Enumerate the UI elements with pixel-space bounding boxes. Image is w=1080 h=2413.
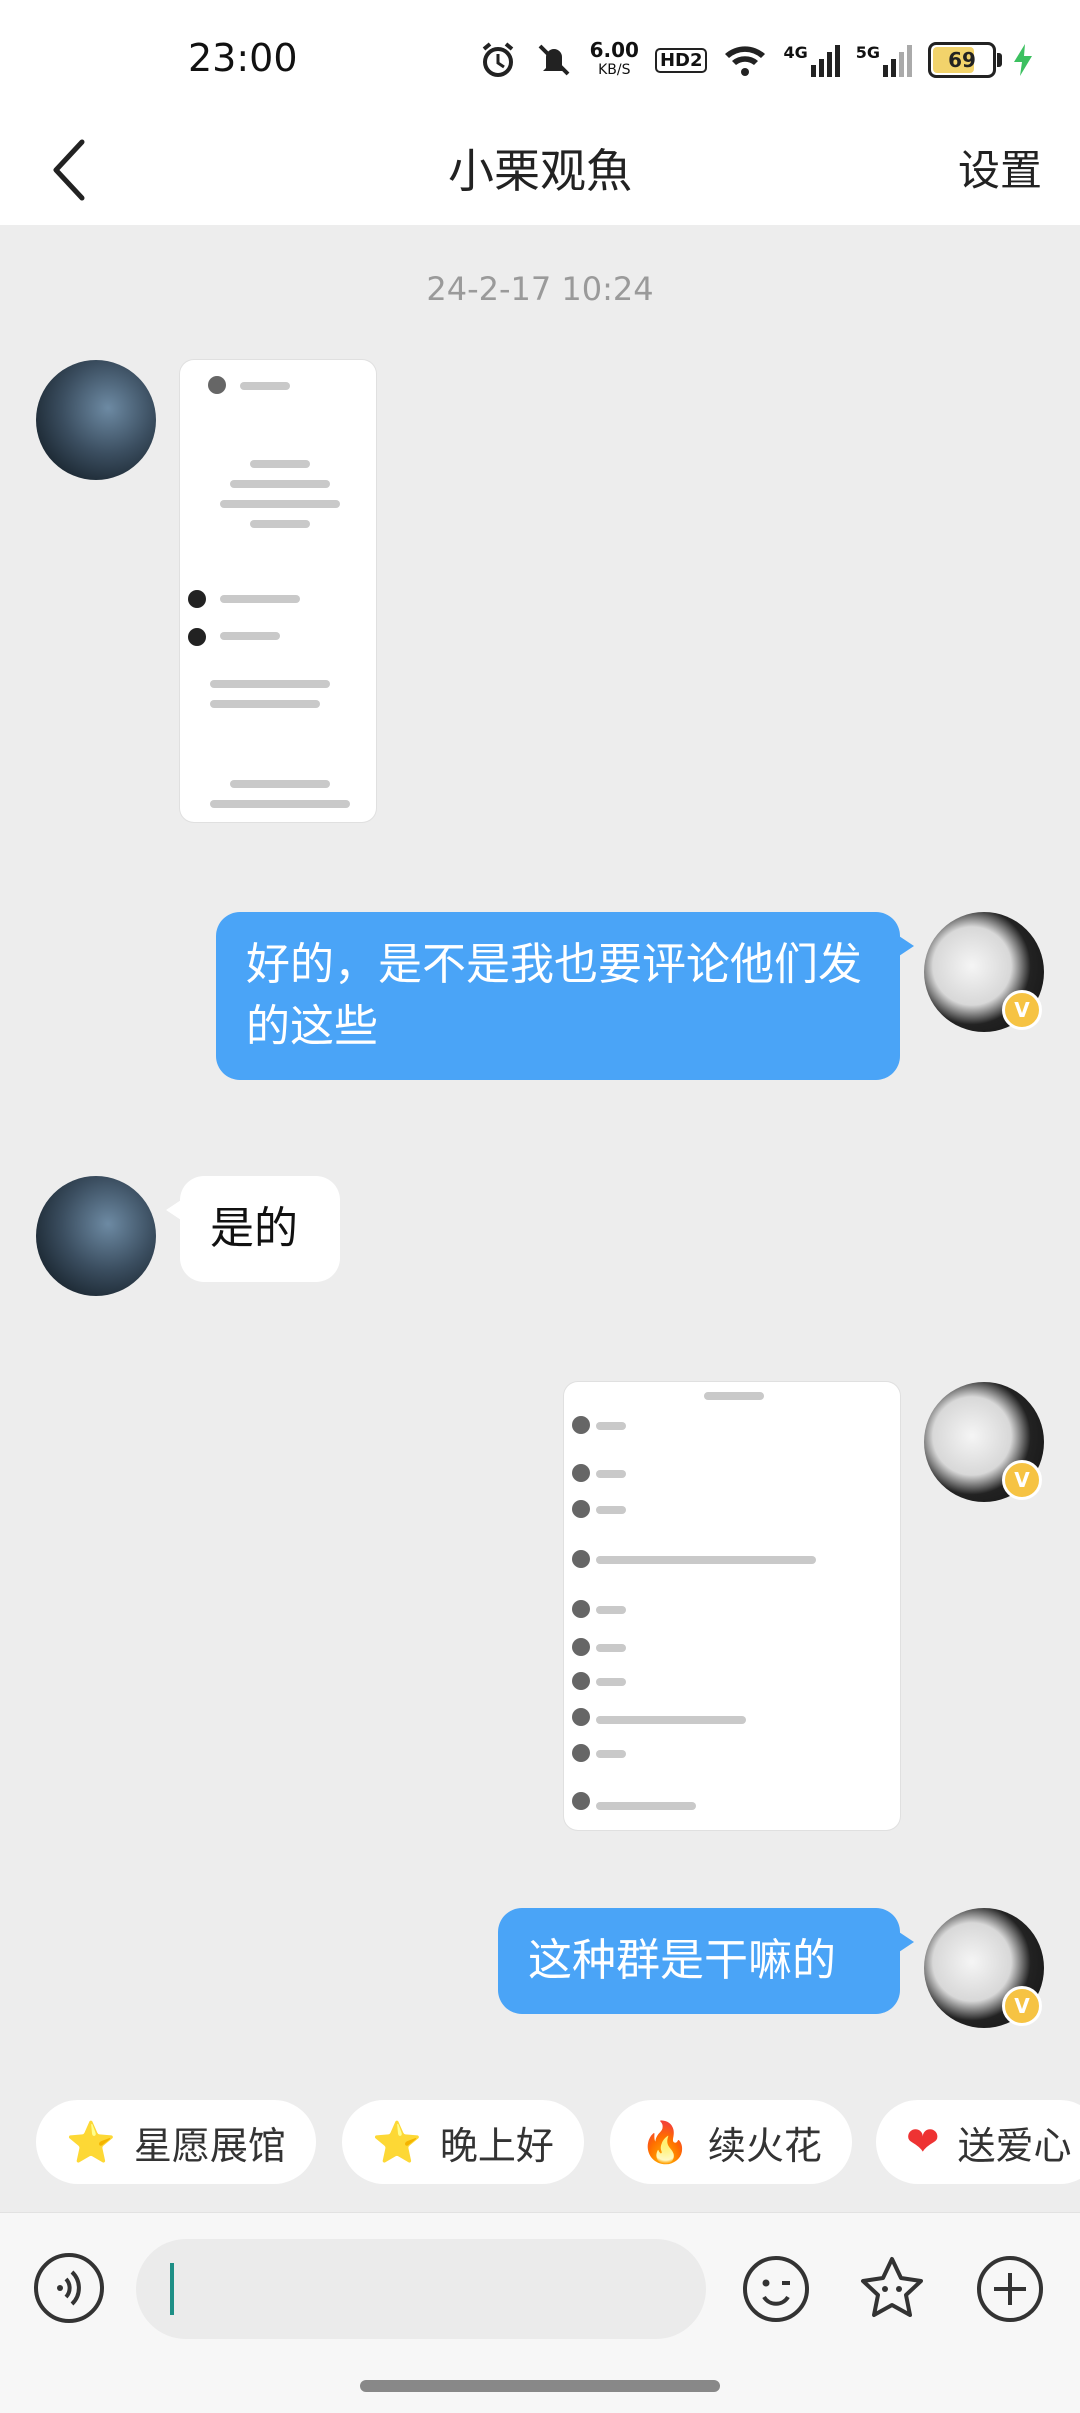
star-emoji-icon: ⭐ — [66, 2119, 116, 2166]
alarm-icon — [482, 42, 513, 77]
message-bubble-me[interactable]: 好的，是不是我也要评论他们发的这些 — [216, 912, 914, 1080]
message-input[interactable] — [136, 2239, 706, 2339]
wifi-icon — [725, 46, 766, 76]
image-message[interactable] — [180, 360, 376, 822]
voice-button[interactable] — [34, 2253, 104, 2323]
emoji-icon[interactable] — [740, 2253, 812, 2325]
status-bar: 23:00 6.00 KB/S HD2 4G 5G 69 — [0, 0, 1080, 115]
mute-icon — [538, 44, 569, 76]
sticker-icon[interactable] — [856, 2253, 928, 2325]
message-timestamp: 24-2-17 10:24 — [426, 270, 654, 308]
home-indicator[interactable] — [360, 2380, 720, 2392]
battery-icon: 69 — [928, 42, 1002, 78]
verified-badge: V — [1002, 1986, 1042, 2026]
hd-icon: HD2 — [654, 47, 708, 73]
settings-button[interactable]: 设置 — [958, 137, 1042, 198]
quick-action-bar: ⭐ 星愿展馆 ⭐ 晚上好 🔥 续火花 ❤ 送爱心 — [0, 2100, 1080, 2190]
text-caret — [170, 2263, 174, 2315]
status-icons: 6.00 KB/S HD2 4G 5G 69 — [478, 30, 1034, 90]
message-bubble-them[interactable]: 是的 — [166, 1176, 340, 1282]
nav-bar: 小栗观魚 设置 — [0, 115, 1080, 225]
plus-icon[interactable] — [974, 2253, 1046, 2325]
chat-title: 小栗观魚 — [448, 144, 632, 198]
image-message[interactable] — [564, 1382, 900, 1830]
fire-icon: 🔥 — [640, 2119, 690, 2166]
contact-avatar[interactable] — [36, 360, 156, 480]
contact-avatar[interactable] — [36, 1176, 156, 1296]
smile-star-icon: ⭐ — [372, 2119, 422, 2166]
chip-continue-spark[interactable]: 🔥 续火花 — [610, 2100, 852, 2184]
voice-icon — [57, 2270, 81, 2306]
verified-badge: V — [1002, 1460, 1042, 1500]
message-bubble-me[interactable]: 这种群是干嘛的 — [498, 1908, 914, 2014]
charging-icon — [1014, 44, 1032, 76]
chip-good-evening[interactable]: ⭐ 晚上好 — [342, 2100, 584, 2184]
signal-5g-icon: 5G — [856, 43, 912, 77]
heart-icon: ❤ — [906, 2119, 940, 2165]
signal-4g-icon: 4G — [783, 43, 840, 77]
verified-badge: V — [1002, 990, 1042, 1030]
status-time: 23:00 — [188, 36, 298, 80]
chip-star-gallery[interactable]: ⭐ 星愿展馆 — [36, 2100, 316, 2184]
chip-send-heart[interactable]: ❤ 送爱心 — [876, 2100, 1080, 2184]
net-speed: 6.00 KB/S — [589, 38, 639, 78]
